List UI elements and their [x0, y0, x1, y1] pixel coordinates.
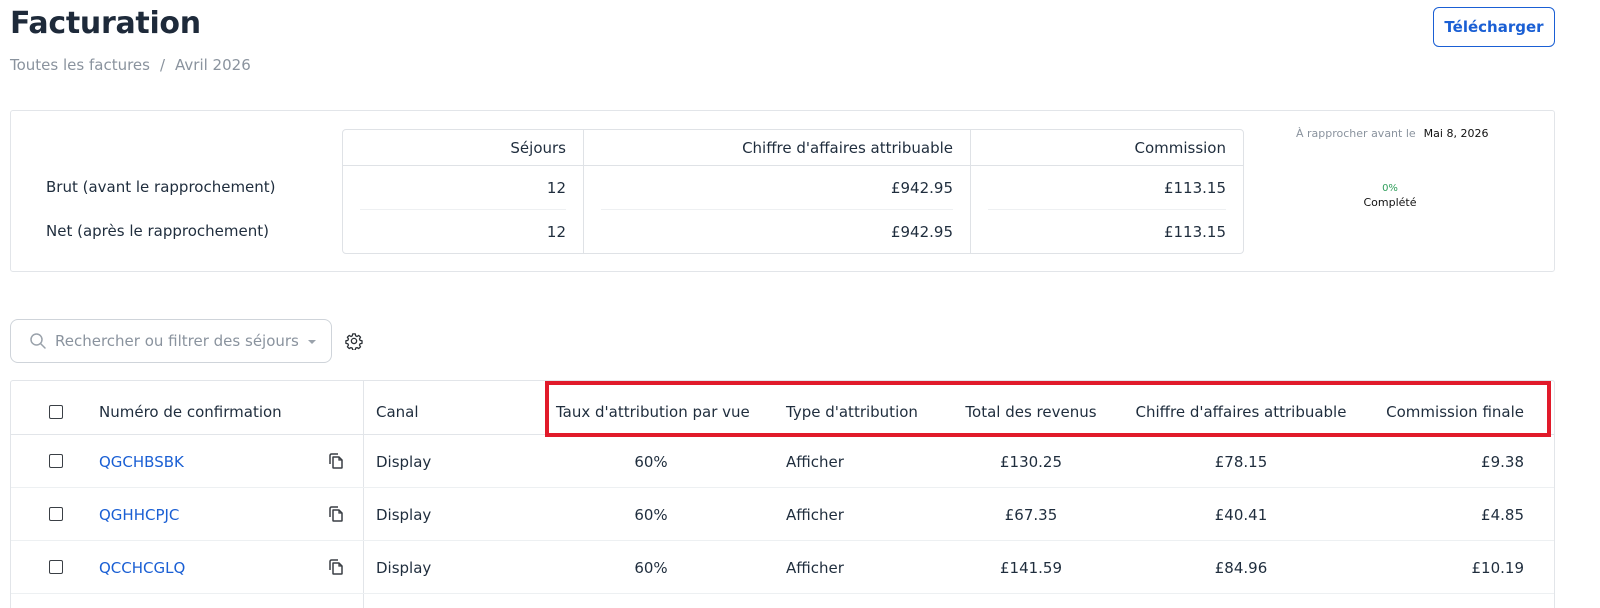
stays-table: Numéro de confirmation Canal Taux d'attr… — [10, 380, 1555, 608]
row-checkbox[interactable] — [49, 560, 63, 574]
breadcrumb-separator: / — [159, 56, 166, 74]
summary-header-revenue: Chiffre d'affaires attribuable — [584, 130, 970, 166]
row-checkbox[interactable] — [49, 454, 63, 468]
header-confirmation[interactable]: Numéro de confirmation — [99, 403, 282, 421]
final-commission-cell: £10.19 — [1471, 559, 1525, 577]
attributable-revenue-cell: £40.41 — [1214, 506, 1268, 524]
confirmation-link[interactable]: QGHHCPJC — [99, 506, 179, 524]
confirmation-link[interactable]: QCCHCGLQ — [99, 559, 185, 577]
reconcile-deadline: À rapprocher avant le Mai 8, 2026 — [1296, 127, 1488, 140]
breadcrumb-current: Avril 2026 — [175, 56, 251, 74]
summary-header-stays: Séjours — [343, 130, 583, 166]
total-revenue-cell: £141.59 — [999, 559, 1063, 577]
chevron-down-icon[interactable] — [308, 340, 316, 344]
search-icon — [30, 333, 46, 349]
summary-net-stays: 12 — [546, 223, 566, 241]
summary-col-revenue: Chiffre d'affaires attribuable £942.95 £… — [583, 130, 970, 253]
copy-icon[interactable] — [327, 558, 345, 576]
summary-header-commission: Commission — [971, 130, 1243, 166]
header-channel[interactable]: Canal — [376, 403, 419, 421]
reconcile-date: Mai 8, 2026 — [1423, 127, 1489, 140]
summary-row-label-net: Net (après le rapprochement) — [46, 222, 269, 240]
summary-col-commission: Commission £113.15 £113.15 — [970, 130, 1243, 253]
download-button[interactable]: Télécharger — [1433, 7, 1555, 47]
summary-gross-revenue: £942.95 — [584, 166, 970, 210]
total-revenue-cell: £67.35 — [1004, 506, 1058, 524]
row-divider — [11, 487, 1554, 488]
row-checkbox[interactable] — [49, 507, 63, 521]
attribution-type-cell: Afficher — [786, 559, 844, 577]
search-placeholder: Rechercher ou filtrer des séjours — [55, 332, 299, 350]
summary-col-stays: Séjours 12 12 — [343, 130, 583, 253]
progress-percent: 0% — [1382, 183, 1398, 194]
channel-cell: Display — [376, 453, 432, 471]
channel-cell: Display — [376, 559, 432, 577]
gear-icon[interactable] — [345, 332, 363, 350]
breadcrumb-all-invoices[interactable]: Toutes les factures — [10, 56, 150, 74]
page-title: Facturation — [10, 6, 201, 41]
attribution-type-cell: Afficher — [786, 453, 844, 471]
column-divider — [363, 381, 364, 608]
channel-cell: Display — [376, 506, 432, 524]
view-rate-cell: 60% — [634, 559, 668, 577]
view-rate-cell: 60% — [634, 453, 668, 471]
total-revenue-cell: £130.25 — [999, 453, 1063, 471]
select-all-checkbox[interactable] — [49, 405, 63, 419]
confirmation-link[interactable]: QGCHBSBK — [99, 453, 184, 471]
header-total-revenue[interactable]: Total des revenus — [951, 403, 1111, 421]
final-commission-cell: £9.38 — [1481, 453, 1524, 471]
summary-table: Séjours 12 12 Chiffre d'affaires attribu… — [342, 129, 1244, 254]
header-attribution-type[interactable]: Type d'attribution — [786, 403, 918, 421]
summary-net-revenue: £942.95 — [890, 223, 953, 241]
summary-gross-stays: 12 — [343, 166, 583, 210]
summary-net-commission: £113.15 — [1163, 223, 1226, 241]
header-view-rate[interactable]: Taux d'attribution par vue — [556, 403, 750, 421]
attribution-type-cell: Afficher — [786, 506, 844, 524]
header-attributable-revenue[interactable]: Chiffre d'affaires attribuable — [1121, 403, 1361, 421]
copy-icon[interactable] — [327, 505, 345, 523]
attributable-revenue-cell: £84.96 — [1214, 559, 1268, 577]
header-divider — [11, 434, 1554, 435]
header-final-commission[interactable]: Commission finale — [1351, 403, 1524, 421]
reconcile-label: À rapprocher avant le — [1296, 127, 1416, 140]
attributable-revenue-cell: £78.15 — [1214, 453, 1268, 471]
row-divider — [11, 593, 1554, 594]
final-commission-cell: £4.85 — [1481, 506, 1524, 524]
summary-row-label-gross: Brut (avant le rapprochement) — [46, 178, 276, 196]
row-divider — [11, 540, 1554, 541]
copy-icon[interactable] — [327, 452, 345, 470]
progress-label: Complété — [1363, 196, 1417, 209]
search-input[interactable]: Rechercher ou filtrer des séjours — [10, 319, 332, 363]
breadcrumb: Toutes les factures / Avril 2026 — [10, 56, 251, 74]
view-rate-cell: 60% — [634, 506, 668, 524]
summary-gross-commission: £113.15 — [971, 166, 1243, 210]
